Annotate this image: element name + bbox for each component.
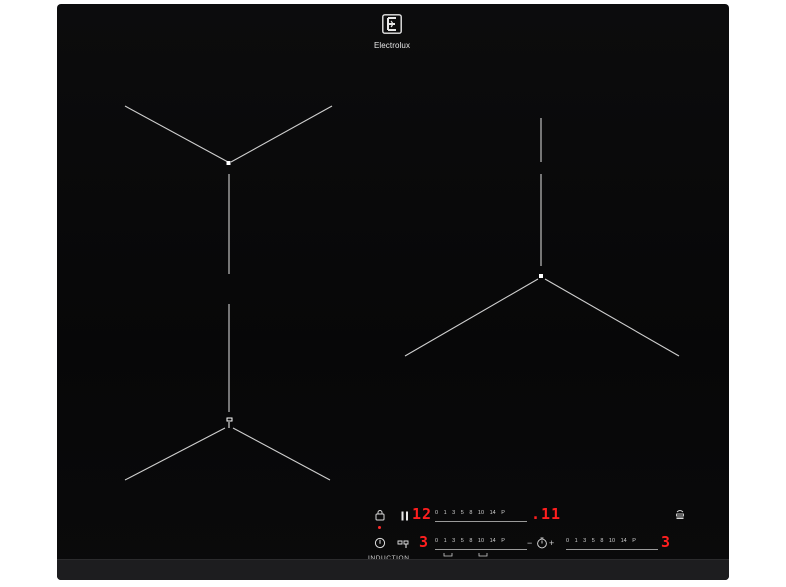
power-level-display-bottom-left: 3 bbox=[419, 533, 430, 551]
lock-indicator bbox=[378, 526, 381, 529]
brand: Electrolux bbox=[357, 14, 427, 50]
bridge-symbol bbox=[226, 417, 233, 428]
power-level-display-right: 3 bbox=[661, 533, 672, 551]
lock-icon[interactable] bbox=[374, 509, 386, 521]
power-scale-labels-bottom-left: 0 1 3 5 8 10 14 P bbox=[435, 538, 505, 544]
pause-icon[interactable] bbox=[399, 510, 411, 522]
slider-track-top[interactable] bbox=[435, 521, 527, 522]
zone-center-dot-top-left bbox=[226, 161, 231, 165]
front-frame bbox=[57, 559, 729, 580]
power-scale-labels-right: 0 1 3 5 8 10 14 P bbox=[566, 538, 636, 544]
zone-marker-right bbox=[404, 118, 680, 357]
induction-hob: Electrolux 12 0 1 3 5 8 10 14 P .11 3 0 … bbox=[57, 4, 729, 580]
zone-marker-top-left bbox=[124, 105, 333, 274]
cooking-zone-markings bbox=[124, 105, 680, 481]
zone-marker-bottom-left bbox=[124, 304, 331, 481]
power-level-display-top: 12 bbox=[412, 505, 433, 523]
power-slider-top[interactable]: 0 1 3 5 8 10 14 P bbox=[435, 510, 527, 522]
electrolux-logo-icon bbox=[382, 14, 402, 34]
timer-icon[interactable] bbox=[536, 537, 548, 549]
brand-name: Electrolux bbox=[373, 41, 411, 50]
slider-track-right[interactable] bbox=[566, 549, 658, 550]
bridge-icon[interactable] bbox=[397, 537, 409, 549]
timer-minus-button[interactable]: − bbox=[527, 539, 532, 548]
timer-display-top: .11 bbox=[531, 505, 562, 523]
hob2hood-icon[interactable] bbox=[674, 509, 686, 521]
timer-plus-button[interactable]: + bbox=[549, 539, 554, 548]
zone-center-dot-right bbox=[539, 274, 543, 278]
power-slider-right[interactable]: 0 1 3 5 8 10 14 P bbox=[566, 538, 658, 550]
power-icon[interactable] bbox=[374, 537, 386, 549]
power-scale-labels-top: 0 1 3 5 8 10 14 P bbox=[435, 510, 505, 516]
